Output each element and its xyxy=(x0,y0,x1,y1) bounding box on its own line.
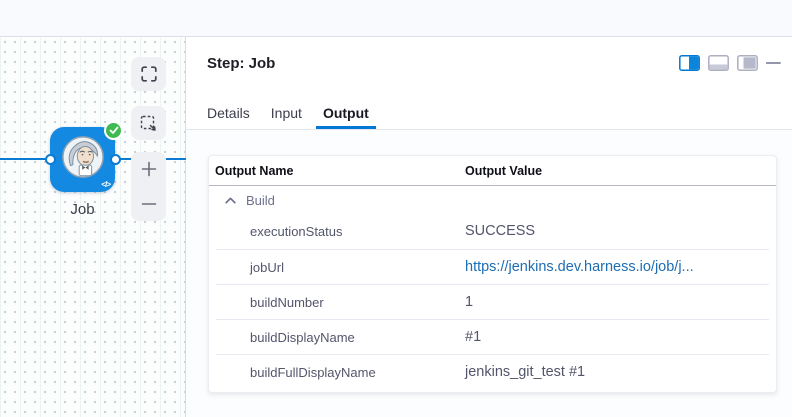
code-icon: </> xyxy=(101,180,110,189)
table-row: buildDisplayName #1 xyxy=(216,319,769,354)
zoom-out-button[interactable] xyxy=(131,187,166,222)
node-port-left[interactable] xyxy=(45,154,56,165)
output-name: buildDisplayName xyxy=(250,320,355,355)
table-row: jobUrl https://jenkins.dev.harness.io/jo… xyxy=(216,249,769,284)
output-tab-content: Output Name Output Value Build execution… xyxy=(186,130,792,417)
job-url-link[interactable]: https://jenkins.dev.harness.io/job/j... xyxy=(465,250,694,285)
output-value: jenkins_git_test #1 xyxy=(465,355,585,390)
split-bottom-view-icon[interactable] xyxy=(708,55,729,71)
group-row-build[interactable]: Build xyxy=(209,186,776,214)
zoom-in-button[interactable] xyxy=(131,152,166,187)
table-row: buildNumber 1 xyxy=(216,284,769,319)
zoom-controls xyxy=(131,152,166,221)
success-check-badge xyxy=(104,121,123,140)
node-port-right[interactable] xyxy=(110,154,121,165)
tab-input[interactable]: Input xyxy=(264,99,309,129)
chevron-up-icon[interactable] xyxy=(225,197,236,204)
minus-icon xyxy=(141,196,157,212)
step-detail-panel: Step: Job xyxy=(186,37,792,417)
column-header-output-value: Output Value xyxy=(465,156,542,186)
screen: </> Job xyxy=(0,0,792,417)
panel-view-controls xyxy=(679,55,781,71)
table-row: buildFullDisplayName jenkins_git_test #1 xyxy=(216,354,769,392)
minimize-icon[interactable] xyxy=(766,55,781,71)
output-name: jobUrl xyxy=(250,250,284,285)
check-icon xyxy=(109,126,119,135)
group-label: Build xyxy=(246,193,275,208)
tab-details[interactable]: Details xyxy=(200,99,257,129)
overlay-view-icon[interactable] xyxy=(737,55,758,71)
output-value: SUCCESS xyxy=(465,214,535,249)
output-name: buildFullDisplayName xyxy=(250,355,376,390)
fullscreen-button[interactable] xyxy=(131,57,166,91)
table-body: executionStatus SUCCESS jobUrl https://j… xyxy=(216,214,769,392)
output-table: Output Name Output Value Build execution… xyxy=(208,155,777,393)
jenkins-logo-icon xyxy=(60,134,106,185)
tab-bar: Details Input Output xyxy=(186,99,792,130)
output-value: 1 xyxy=(465,285,473,320)
column-header-output-name: Output Name xyxy=(215,156,293,186)
output-value: #1 xyxy=(465,320,481,355)
fullscreen-icon xyxy=(141,66,157,82)
tab-output[interactable]: Output xyxy=(316,99,376,129)
table-row: executionStatus SUCCESS xyxy=(216,214,769,249)
node-label: Job xyxy=(40,201,125,218)
output-name: buildNumber xyxy=(250,285,324,320)
top-bar xyxy=(0,0,792,37)
page-title: Step: Job xyxy=(207,55,275,72)
table-header: Output Name Output Value xyxy=(209,156,776,186)
pipeline-canvas[interactable]: </> Job xyxy=(0,37,186,417)
output-name: executionStatus xyxy=(250,214,343,249)
job-step-node[interactable]: </> xyxy=(50,127,115,192)
split-right-view-icon[interactable] xyxy=(679,55,700,71)
plus-icon xyxy=(141,161,157,177)
marquee-select-button[interactable] xyxy=(131,106,166,140)
marquee-select-icon xyxy=(140,115,157,132)
